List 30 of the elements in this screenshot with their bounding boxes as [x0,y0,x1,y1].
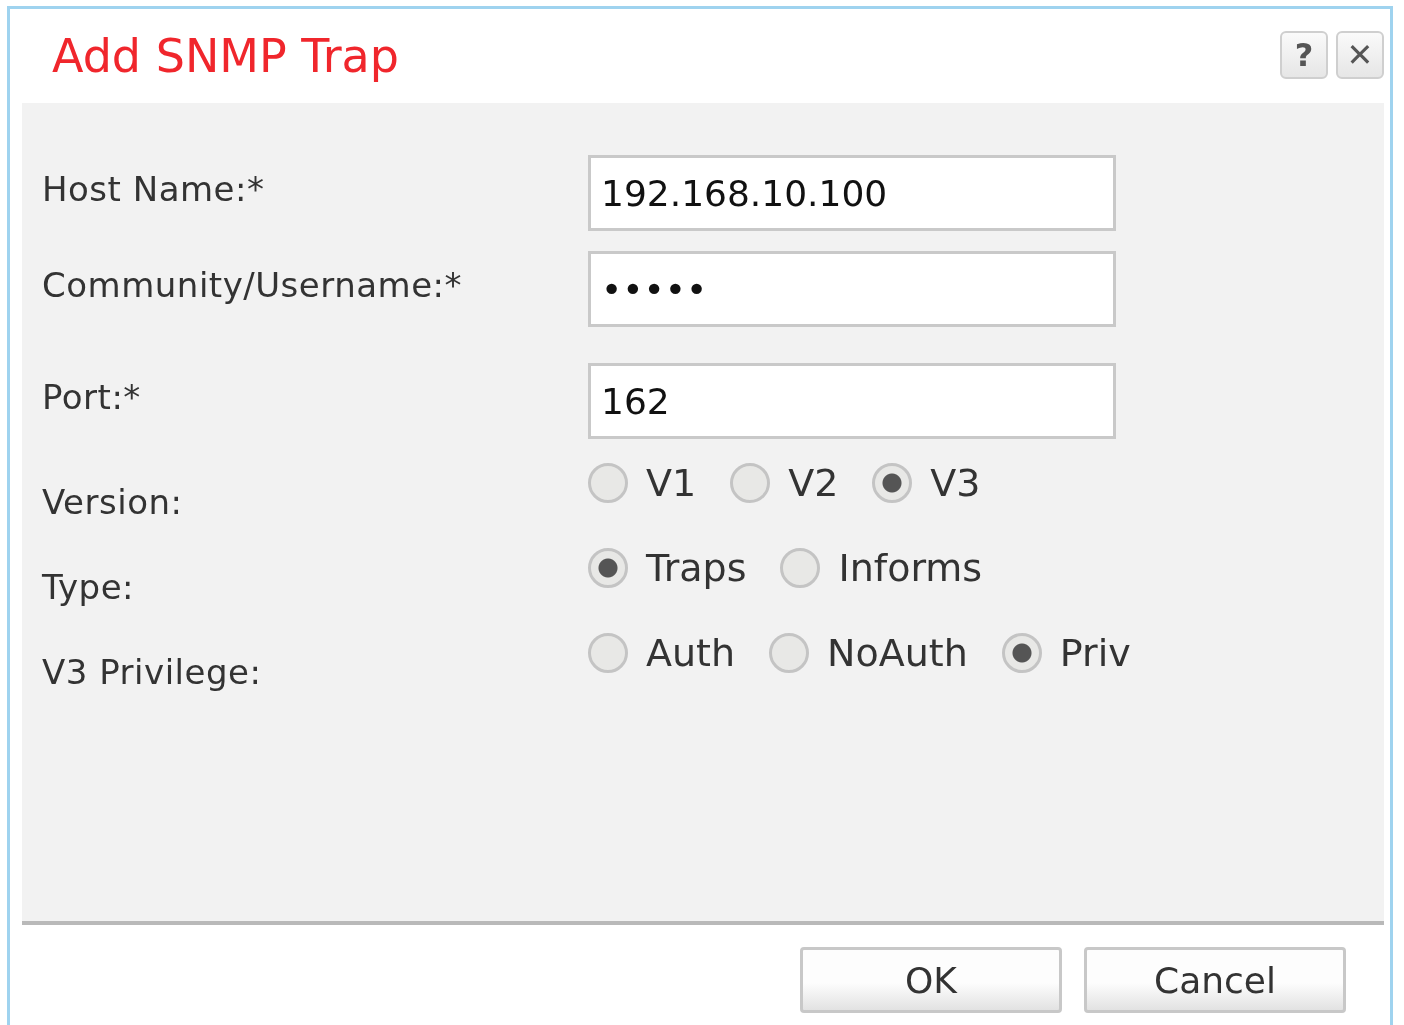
field-label: Type: [42,566,136,607]
radio-button[interactable] [730,463,771,503]
field-label: V3 Privilege: [42,651,263,692]
radio-button[interactable] [872,463,913,503]
radio-label[interactable]: Informs [838,546,983,590]
help-button[interactable]: ? [1280,31,1328,79]
radio-button[interactable] [588,548,628,588]
ok-button[interactable]: OK [800,947,1062,1013]
field-label: Host Name:* [42,169,266,209]
radio-button[interactable] [588,463,628,503]
input-field[interactable]: ••••• [588,251,1116,327]
radio-label[interactable]: V3 [930,461,981,505]
radio-label[interactable]: Priv [1059,631,1131,675]
field-label: Version: [42,481,184,522]
input-field[interactable]: 162 [588,363,1116,439]
window-title: Add SNMP Trap [52,29,399,83]
field-label: Port:* [42,377,142,417]
field-label: Community/Username:* [42,265,463,305]
radio-label[interactable]: NoAuth [827,631,968,675]
radio-label[interactable]: Traps [646,546,747,590]
cancel-button[interactable]: Cancel [1084,947,1346,1013]
radio-button[interactable] [588,633,628,673]
close-button[interactable]: ✕ [1336,31,1384,79]
radio-button[interactable] [780,548,821,588]
input-field[interactable]: 192.168.10.100 [588,155,1116,231]
radio-label[interactable]: V2 [788,461,839,505]
radio-button[interactable] [769,633,810,673]
radio-button[interactable] [1001,633,1042,673]
radio-label[interactable]: Auth [646,631,736,675]
radio-label[interactable]: V1 [646,461,697,505]
